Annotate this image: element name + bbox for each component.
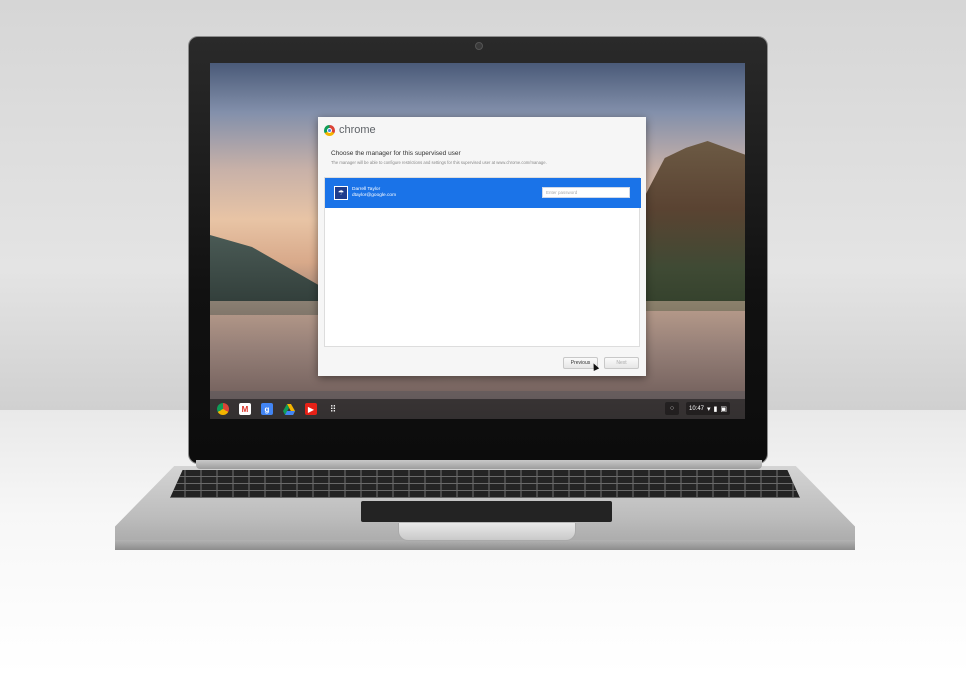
google-search-icon[interactable]: g <box>261 403 273 415</box>
manager-row[interactable]: ☂ Darrell Taylor dtaylor@google.com <box>325 178 641 208</box>
supervised-user-dialog: chrome Choose the manager for this super… <box>318 117 646 376</box>
brand-label: chrome <box>339 124 376 136</box>
webcam <box>475 42 483 50</box>
status-tray[interactable]: 10:47 ▾ ▮ ▣ <box>686 402 731 415</box>
password-input[interactable] <box>542 187 630 198</box>
dialog-title: Choose the manager for this supervised u… <box>331 150 461 157</box>
dialog-header: chrome <box>324 123 376 137</box>
lid-notch <box>398 523 576 541</box>
laptop-front-edge <box>115 540 855 550</box>
laptop-hinge <box>196 460 762 469</box>
ime-indicator-icon[interactable]: ○ <box>665 402 679 415</box>
chrome-logo-icon <box>324 124 335 136</box>
wallpaper-mountain-right <box>638 141 745 311</box>
user-avatar-icon: ☂ <box>334 186 348 200</box>
app-launcher-icon[interactable]: ⠿ <box>327 403 339 415</box>
next-button[interactable]: Next <box>604 357 639 369</box>
laptop-screen: chrome Choose the manager for this super… <box>210 63 745 419</box>
manager-list: ☂ Darrell Taylor dtaylor@google.com <box>324 177 641 347</box>
gmail-icon[interactable]: M <box>239 403 251 415</box>
user-info: Darrell Taylor dtaylor@google.com <box>352 187 396 199</box>
keyboard-rows <box>170 470 800 498</box>
dialog-description: The manager will be able to configure re… <box>331 160 547 165</box>
battery-icon: ▮ <box>713 405 718 413</box>
youtube-icon[interactable]: ▶ <box>305 403 317 415</box>
trackpad <box>361 501 612 522</box>
user-status-icon: ▣ <box>720 405 728 413</box>
wifi-icon: ▾ <box>707 405 711 413</box>
google-drive-icon[interactable] <box>283 403 295 415</box>
user-email: dtaylor@google.com <box>352 193 397 198</box>
clock: 10:47 <box>689 405 705 412</box>
chrome-icon[interactable] <box>217 403 229 415</box>
laptop-lid: chrome Choose the manager for this super… <box>188 36 768 464</box>
